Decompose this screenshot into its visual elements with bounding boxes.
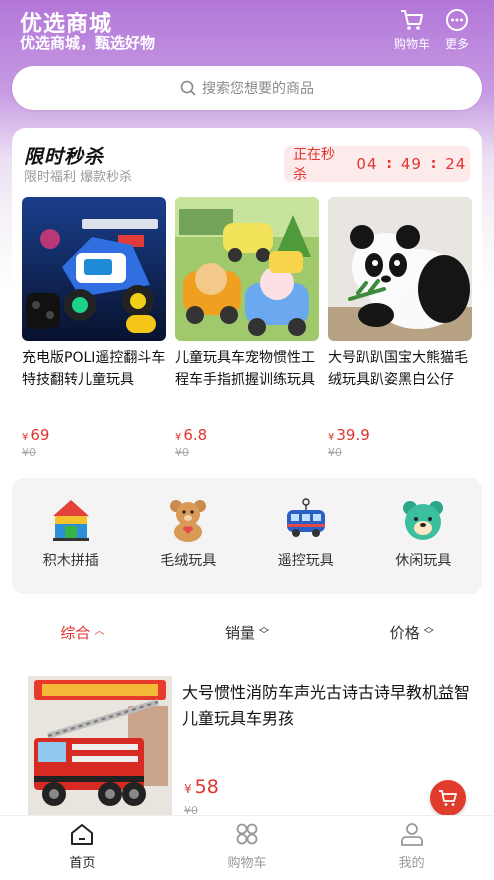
countdown-hours: 04: [356, 155, 378, 173]
product-image-pet-cars: [175, 197, 319, 341]
flash-sale-card[interactable]: 儿童玩具车宠物惯性工程车手指抓握训练玩具 ¥6.8 ¥0: [175, 197, 319, 459]
flash-sale-title: 限时秒杀: [24, 146, 105, 168]
tab-home[interactable]: 首页: [0, 816, 165, 880]
flash-sale-item-original-price: ¥0: [22, 446, 36, 459]
category-label: 遥控玩具: [277, 553, 334, 569]
category-label: 毛绒玩具: [160, 553, 217, 569]
category-label: 休闲玩具: [395, 553, 452, 569]
home-icon: [71, 824, 94, 845]
sort-overall-label: 综合: [60, 623, 91, 642]
flash-sale-item-name: 大号趴趴国宝大熊猫毛绒玩具趴姿黑白公仔: [328, 350, 468, 388]
search-bar[interactable]: 搜索您想要的商品: [12, 66, 482, 110]
header-more-label: 更多: [444, 37, 469, 51]
flash-sale-card[interactable]: 大号趴趴国宝大熊猫毛绒玩具趴姿黑白公仔 ¥39.9 ¥0: [328, 197, 472, 459]
product-list-item[interactable]: 大号惯性消防车声光古诗古诗早教机益智儿童玩具车男孩 ¥58 ¥0: [28, 676, 488, 817]
sort-price-label: 价格: [389, 623, 420, 642]
countdown-timer: 正在秒杀 04 : 49 : 24: [284, 146, 470, 183]
tab-mine-label: 我的: [398, 856, 425, 871]
sort-arrows-icon: ︿ ﹀: [259, 622, 270, 641]
product-image-fire-truck: [28, 676, 172, 816]
more-icon: [446, 9, 468, 31]
sort-arrows-icon: ︿ ﹀: [423, 622, 434, 641]
flash-sale-section: 限时秒杀 限时福利 爆款秒杀 正在秒杀 04 : 49 : 24 充电版POLI…: [12, 128, 482, 464]
chevron-up-icon: ︿: [94, 626, 105, 637]
category-rc-toys[interactable]: 遥控玩具: [247, 478, 365, 594]
product-title: 大号惯性消防车声光古诗古诗早教机益智儿童玩具车男孩: [182, 683, 471, 728]
header-more-button[interactable]: 更多: [437, 8, 477, 52]
product-image-panda-plush: [328, 197, 472, 341]
countdown-label: 正在秒杀: [293, 147, 335, 183]
flash-sale-card[interactable]: 充电版POLI遥控翻斗车特技翻转儿童玩具 ¥69 ¥0: [22, 197, 166, 459]
category-casual-toys[interactable]: 休闲玩具: [365, 478, 483, 594]
header-cart-button[interactable]: 购物车: [392, 8, 432, 52]
floating-cart-button[interactable]: [430, 780, 466, 816]
four-circles-icon: [236, 823, 258, 845]
flash-sale-item-price: ¥39.9: [328, 426, 370, 444]
blocks-icon: [52, 500, 89, 541]
sort-price[interactable]: 价格 ︿ ﹀: [329, 610, 494, 654]
sort-bar: 综合 ︿ 销量 ︿ ﹀ 价格 ︿ ﹀: [0, 610, 494, 654]
product-price: ¥58: [184, 776, 219, 798]
tab-cart[interactable]: 购物车: [165, 816, 330, 880]
category-grid: 积木拼插 毛绒玩具 遥控玩具 休闲玩具: [12, 478, 482, 594]
rc-bus-icon: [286, 498, 325, 537]
cart-icon: [439, 790, 457, 806]
category-plush[interactable]: 毛绒玩具: [130, 478, 248, 594]
sort-overall[interactable]: 综合 ︿: [0, 610, 165, 654]
flash-sale-item-price: ¥69: [22, 426, 50, 444]
search-icon: [180, 80, 196, 96]
search-placeholder: 搜索您想要的商品: [202, 81, 314, 97]
countdown-separator: :: [430, 156, 437, 172]
product-image-rc-dump-truck: [22, 197, 166, 341]
flash-sale-item-original-price: ¥0: [175, 446, 189, 459]
flash-sale-item-price: ¥6.8: [175, 426, 208, 444]
countdown-seconds: 24: [445, 155, 467, 173]
flash-sale-item-original-price: ¥0: [328, 446, 342, 459]
category-label: 积木拼插: [42, 553, 99, 569]
header-cart-label: 购物车: [393, 37, 430, 51]
cart-icon: [401, 10, 423, 30]
app-subtitle: 优选商城，甄选好物: [20, 34, 156, 52]
teddy-bear-icon: [170, 500, 207, 542]
sort-sales[interactable]: 销量 ︿ ﹀: [165, 610, 330, 654]
sort-sales-label: 销量: [225, 623, 256, 642]
flash-sale-item-name: 儿童玩具车宠物惯性工程车手指抓握训练玩具: [175, 350, 315, 388]
bear-face-icon: [403, 501, 444, 540]
flash-sale-subtitle: 限时福利 爆款秒杀: [24, 170, 133, 185]
countdown-separator: :: [386, 156, 392, 172]
bottom-tab-bar: 首页 购物车 我的: [0, 815, 494, 880]
tab-home-label: 首页: [69, 856, 96, 871]
category-blocks[interactable]: 积木拼插: [12, 478, 130, 594]
tab-cart-label: 购物车: [227, 856, 267, 871]
tab-mine[interactable]: 我的: [329, 816, 494, 880]
countdown-minutes: 49: [400, 155, 422, 173]
user-icon: [400, 823, 423, 846]
flash-sale-item-name: 充电版POLI遥控翻斗车特技翻转儿童玩具: [22, 350, 166, 388]
